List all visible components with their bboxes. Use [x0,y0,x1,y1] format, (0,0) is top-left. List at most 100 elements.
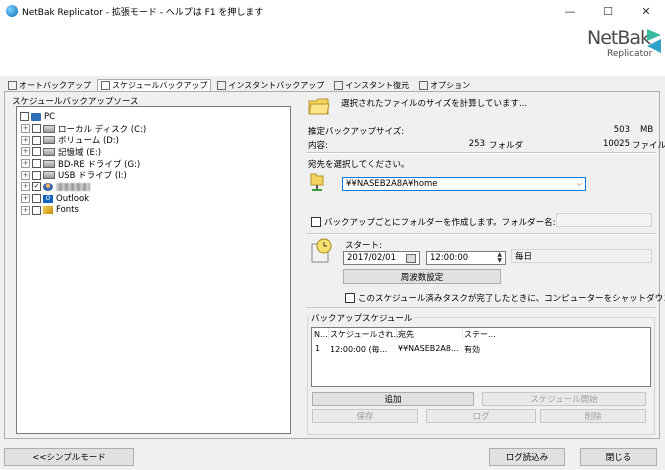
calendar-icon[interactable] [406,253,416,263]
save-button[interactable]: 保存 [312,409,418,423]
read-log-button[interactable]: ログ読込み [489,448,565,466]
tree-checkbox[interactable] [32,159,41,169]
cell-scheduled: 12:00:00 (毎... [330,345,388,354]
tree-item-pc[interactable]: PC [20,111,287,123]
tab-auto-backup[interactable]: オートバックアップ [4,79,95,91]
tree-checkbox[interactable] [32,147,41,157]
estimated-size-unit: MB [640,125,654,135]
tab-schedule-backup[interactable]: スケジュールバックアップ [97,79,212,91]
add-button[interactable]: 追加 [312,392,474,406]
tab-options[interactable]: オプション [415,79,474,91]
tree-item-outlook[interactable]: + O Outlook [20,193,287,205]
start-date-picker[interactable]: 2017/02/01 [343,251,420,265]
close-window-button[interactable]: ✕ [627,0,665,22]
netbak-logo: NetBak Replicator [577,25,662,70]
expand-icon[interactable]: + [21,159,30,169]
fonts-icon [43,206,53,215]
schedule-backup-icon [101,81,110,90]
start-time-picker[interactable]: 12:00:00 ▲ ▼ [426,251,506,265]
tab-label: スケジュールバックアップ [112,81,208,90]
window-title: NetBak Replicator - 拡張モード - ヘルプは F1 を押しま… [22,8,264,18]
tree-item-user[interactable]: + [20,181,287,193]
pc-icon [31,112,41,121]
tab-label: オプション [430,80,471,90]
expand-icon[interactable]: + [21,135,30,145]
expand-icon[interactable]: + [21,205,30,215]
tab-label: インスタント復元 [345,80,410,90]
source-tree[interactable]: PC + ローカル ディスク (C:) + ボリューム (D:) + 記憶域 (… [16,106,291,434]
tree-item-drive-g[interactable]: + BD-RE ドライブ (G:) [20,158,287,170]
tab-instant-backup[interactable]: インスタントバックアップ [213,79,328,91]
divider [306,234,656,235]
expand-icon[interactable]: + [21,170,30,180]
logo-sub-text: Replicator [607,49,653,59]
tree-item-label: PC [44,111,56,122]
tree-checkbox[interactable] [20,112,29,122]
header-banner [0,22,665,76]
start-schedule-button[interactable]: スケジュール開始 [482,392,646,406]
schedule-clock-icon [311,238,332,263]
tree-checkbox[interactable] [32,205,41,215]
destination-select[interactable]: ¥¥NASEB2A8A¥home ⌵ [342,177,586,191]
frequency-settings-button[interactable]: 周波数設定 [343,269,501,284]
files-count: 10025 [602,139,630,149]
chevron-down-icon[interactable]: ⌵ [577,180,582,189]
instant-backup-icon [217,80,227,90]
estimated-size-value: 503 [613,125,630,135]
tree-checkbox-checked[interactable] [32,182,41,192]
tree-checkbox[interactable] [32,170,41,180]
tree-item-label: 記憶域 (E:) [58,147,102,158]
cell-status: 有効 [464,345,480,354]
tree-checkbox[interactable] [32,194,41,204]
tree-item-fonts[interactable]: + Fonts [20,205,287,217]
tree-item-drive-d[interactable]: + ボリューム (D:) [20,134,287,146]
expand-icon[interactable]: + [21,147,30,157]
app-icon [6,5,18,17]
column-header-no[interactable]: N... [312,328,329,340]
column-header-destination[interactable]: 宛先 [396,328,463,340]
tab-bar: オートバックアップ スケジュールバックアップ インスタントバックアップ インスタ… [4,79,474,91]
create-folder-option[interactable]: バックアップごとにフォルダーを作成します。フォルダー名: [311,216,556,228]
tree-item-label: ボリューム (D:) [58,136,119,147]
disc-drive-icon [43,159,55,168]
expand-icon[interactable]: + [21,194,30,204]
cell-no: 1 [315,344,321,353]
tree-item-drive-c[interactable]: + ローカル ディスク (C:) [20,123,287,135]
tree-item-drive-i[interactable]: + USB ドライブ (I:) [20,169,287,181]
shutdown-option[interactable]: このスケジュール済みタスクが完了したときに、コンピューターをシャットダウンする [345,292,665,304]
divider [306,153,656,154]
close-button[interactable]: 閉じる [580,448,657,466]
folder-name-input[interactable] [556,213,652,227]
create-folder-label: バックアップごとにフォルダーを作成します。フォルダー名: [324,218,556,228]
usb-drive-icon [43,171,55,180]
tree-item-label: USB ドライブ (I:) [58,171,127,182]
delete-button[interactable]: 削除 [540,409,646,423]
maximize-button[interactable]: ☐ [589,0,627,22]
column-header-status[interactable]: ステー... [462,328,502,340]
instant-restore-icon [334,80,344,90]
shutdown-checkbox[interactable] [345,293,355,303]
user-icon [43,182,53,191]
expand-icon[interactable]: + [21,182,30,192]
logo-main-text: NetBak [587,27,651,49]
expand-icon[interactable]: + [21,124,30,134]
drive-icon [43,124,55,133]
tab-instant-restore[interactable]: インスタント復元 [330,79,413,91]
spin-icon[interactable]: ▲ ▼ [497,252,502,264]
options-icon [419,80,429,90]
tree-item-drive-e[interactable]: + 記憶域 (E:) [20,146,287,158]
create-folder-checkbox[interactable] [311,217,321,227]
log-button[interactable]: ログ [426,409,536,423]
network-folder-icon [310,173,324,191]
tree-item-label: Outlook [56,193,90,204]
schedule-table[interactable]: N... スケジュールされ... 宛先 ステー... 1 12:00:00 (毎… [311,327,651,387]
start-label: スタート: [345,241,382,251]
files-label: ファイル [632,141,665,151]
tree-checkbox[interactable] [32,124,41,134]
drive-icon [43,136,55,145]
tree-item-label: ローカル ディスク (C:) [58,124,147,135]
minimize-button[interactable]: — [551,0,589,22]
simple-mode-button[interactable]: <<シンプルモード [4,448,134,466]
column-header-scheduled[interactable]: スケジュールされ... [328,328,401,340]
tree-checkbox[interactable] [32,135,41,145]
